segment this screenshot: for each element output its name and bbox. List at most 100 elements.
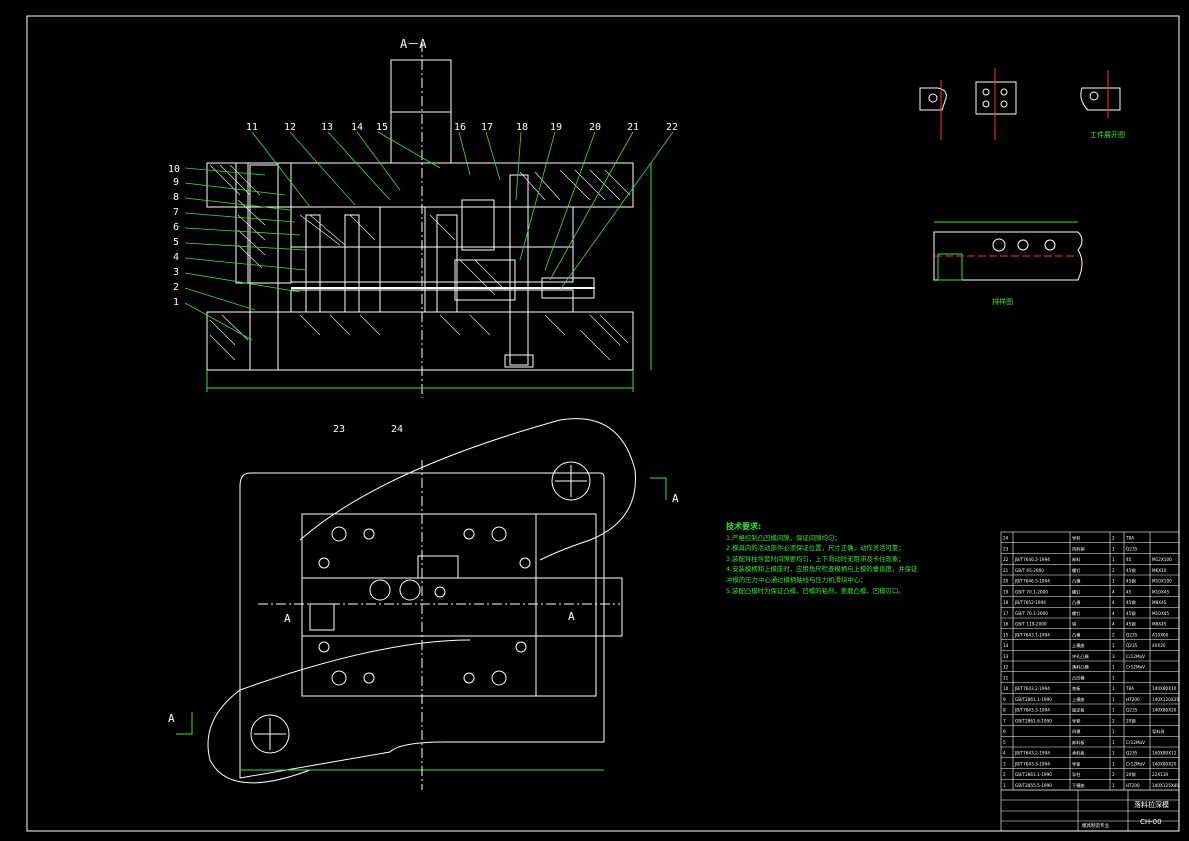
bom-cell-no: 17 — [1003, 611, 1009, 616]
bom-cell-no: 2 — [1003, 772, 1006, 777]
callout-10: 10 — [168, 164, 180, 175]
bom-cell-note: M6X10 — [1152, 568, 1167, 573]
punch-b — [344, 214, 360, 313]
bom-cell-no: 15 — [1003, 632, 1009, 637]
bom-cell-code: GB/T 70.1-2000 — [1015, 611, 1048, 616]
bom-cell-qty: 1 — [1112, 643, 1115, 648]
section-view: A－A — [206, 37, 652, 398]
bom-cell-no: 23 — [1003, 546, 1009, 551]
bom-cell-code: JB/T7643.1-1994 — [1014, 632, 1050, 637]
hatching-upper — [209, 164, 631, 201]
callout-13: 13 — [321, 122, 333, 133]
bom-cell-mat: T8A — [1125, 536, 1134, 541]
punch-c — [379, 206, 426, 313]
bom-cell-name: 导套 — [1072, 717, 1081, 724]
unit-name: 模具制造专业 — [1082, 822, 1109, 829]
bom-cell-mat: Q235 — [1126, 751, 1138, 756]
bom-cell-qty: 1 — [1112, 557, 1115, 562]
bom-cell-name: 承料板 — [1072, 750, 1085, 757]
bom-cell-qty: 1 — [1112, 686, 1115, 691]
tech-item-4: 4.安装模柄和上模座时，应用角尺检查模柄与上模的垂直度，并保证 — [726, 565, 918, 574]
drawing-title: 落料拉深模 — [1134, 800, 1169, 809]
bom-cell-note: A10X60 — [1152, 632, 1169, 637]
drawing-code: CH-00 — [1140, 818, 1162, 826]
bom-cell-name: 导柱 — [1072, 771, 1081, 778]
bom-cell-name: 落料凸模 — [1072, 664, 1090, 671]
bom-cell-code: GB/T2861.1-1990 — [1015, 697, 1052, 702]
bom-cell-mat: 45钢 — [1126, 610, 1136, 617]
bom-cell-code: JB/T7643.2-1994 — [1014, 686, 1050, 691]
bom-cell-qty: 2 — [1112, 568, 1115, 573]
tech-item-5: 冲模的压力中心通过模柄轴线与压力机滑块中心； — [726, 575, 867, 584]
bom-cell-name: 凸模 — [1072, 631, 1081, 638]
section-markers: A A A A — [168, 492, 679, 725]
bom-cell-no: 5 — [1003, 740, 1006, 745]
bom-cell-qty: 1 — [1112, 740, 1115, 745]
callout-5: 5 — [173, 237, 179, 248]
section-title: A－A — [400, 37, 427, 51]
bom-cell-name: 螺钉 — [1072, 588, 1081, 595]
tech-title: 技术要求: — [726, 522, 762, 531]
bom-cell-name: 挡料销 — [1072, 545, 1085, 552]
callout-23: 23 — [333, 424, 345, 435]
bom-cell-no: 9 — [1003, 697, 1006, 702]
bom-cell-no: 24 — [1003, 536, 1009, 541]
bom-cell-no: 13 — [1003, 654, 1009, 659]
bom-cell-note: 140X125X40 — [1152, 783, 1179, 788]
bom-cell-name: 垫板 — [1072, 685, 1081, 692]
bom-cell-note: 140X80X20 — [1152, 708, 1177, 713]
bom-cell-mat: Cr12MoV — [1126, 740, 1145, 745]
tech-item-2: 2.模具内的活动部件必须保证位置，尺寸正确，动作灵活可靠； — [726, 544, 905, 553]
tech-item-6: 5.装配凸模时为保证凸模、凹模的粘剂，要磨凸模、凹模刃口。 — [726, 586, 905, 595]
callout-12: 12 — [284, 122, 296, 133]
bom-cell-mat: 20钢 — [1126, 771, 1136, 778]
bom-cell-qty: 1 — [1112, 546, 1115, 551]
bom-cell-mat: 45 — [1126, 589, 1132, 594]
callout-1: 1 — [173, 297, 179, 308]
bom-cell-code: GB/T2861.1-1990 — [1015, 772, 1052, 777]
bom-cell-qty: 1 — [1112, 697, 1115, 702]
bom-cell-no: 12 — [1003, 665, 1009, 670]
bom-cell-qty: 2 — [1112, 718, 1115, 723]
bom-cell-name: 螺钉 — [1072, 610, 1081, 617]
bom-cell-code: GB/T2861.6-1990 — [1015, 718, 1052, 723]
bom-cell-code: JB/T7643.2-1994 — [1014, 751, 1050, 756]
plan-view — [176, 418, 667, 790]
bom-cell-name: 卸料板 — [1072, 739, 1085, 746]
bom-cell-mat: 45 — [1126, 557, 1132, 562]
bom-cell-no: 1 — [1003, 783, 1006, 788]
bom-cell-name: 下模座 — [1072, 782, 1085, 789]
bom-cell-mat: Q235 — [1126, 546, 1138, 551]
bom-cell-note: M10X45 — [1152, 611, 1169, 616]
bom-cell-note: 导料块 — [1152, 728, 1165, 735]
cad-drawing-canvas: A－A 1 2 3 4 5 6 7 8 9 10 11 12 13 14 15 … — [26, 15, 1180, 832]
bom-cell-name: 凸模 — [1072, 599, 1081, 606]
bom-cell-mat: 20钢 — [1126, 717, 1136, 724]
bom-cell-mat: 45钢 — [1126, 599, 1136, 606]
bom-cell-no: 19 — [1003, 589, 1009, 594]
bom-cell-name: 卸料 — [1072, 556, 1081, 563]
workpiece-label: 工件展开图 — [1090, 130, 1125, 139]
bom-cell-no: 18 — [1003, 600, 1009, 605]
bom-cell-mat: Q235 — [1126, 708, 1138, 713]
bom-cell-no: 16 — [1003, 622, 1009, 627]
bom-cell-name: 导板 — [1072, 760, 1081, 767]
bom-cell-qty: 2 — [1112, 536, 1115, 541]
plan-strip — [301, 577, 623, 637]
bom-cell-qty: 1 — [1112, 751, 1115, 756]
bom-cell-code: JB/T7646.5-1994 — [1014, 579, 1050, 584]
callout-18: 18 — [516, 122, 528, 133]
callout-24: 24 — [391, 424, 403, 435]
callout-20: 20 — [589, 122, 601, 133]
bom-cell-no: 3 — [1003, 761, 1006, 766]
bom-cell-no: 10 — [1003, 686, 1009, 691]
bom-cell-qty: 1 — [1112, 761, 1115, 766]
bom-cell-qty: 1 — [1112, 675, 1115, 680]
callout-14: 14 — [351, 122, 363, 133]
bom-cell-note: M8X45 — [1152, 600, 1167, 605]
callout-16: 16 — [454, 122, 466, 133]
bom-cell-name: 凹模 — [1072, 728, 1081, 735]
callout-17: 17 — [481, 122, 493, 133]
section-mark-1: A — [672, 492, 679, 505]
lower-die-base — [206, 311, 634, 371]
